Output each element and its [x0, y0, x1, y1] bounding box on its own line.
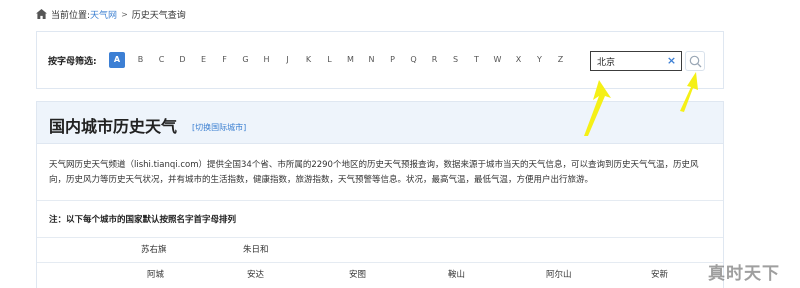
page-title: 国内城市历史天气: [49, 117, 178, 136]
breadcrumb-link-site[interactable]: 天气网: [90, 8, 117, 21]
table-row: 阿城 安达 安图 鞍山 阿尔山 安新: [37, 263, 723, 288]
search-button[interactable]: [685, 51, 705, 71]
letter-list: ABCDEFGHJKLMNPQRSTWXYZ: [109, 52, 571, 68]
breadcrumb-prefix: 当前位置:: [51, 10, 91, 21]
city-search-input[interactable]: [597, 54, 663, 68]
letter-filter-p[interactable]: P: [382, 52, 403, 68]
city-link[interactable]: 苏右旗: [141, 238, 167, 262]
breadcrumb: 当前位置: 天气网 > 历史天气查询: [36, 6, 186, 22]
letter-filter-s[interactable]: S: [445, 52, 466, 68]
letter-filter-e[interactable]: E: [193, 52, 214, 68]
letter-filter-a[interactable]: A: [109, 52, 125, 68]
letter-filter-f[interactable]: F: [214, 52, 235, 68]
city-link[interactable]: 阿尔山: [546, 263, 572, 287]
city-link[interactable]: 安新: [651, 263, 668, 287]
letter-filter-c[interactable]: C: [151, 52, 172, 68]
divider: [37, 200, 723, 201]
letter-filter-y[interactable]: Y: [529, 52, 550, 68]
city-link[interactable]: 安图: [349, 263, 366, 287]
letter-filter-w[interactable]: W: [487, 52, 508, 68]
table-row: 苏右旗 朱日和: [37, 238, 723, 262]
city-link[interactable]: 鞍山: [448, 263, 465, 287]
city-table: 苏右旗 朱日和 阿城 安达 安图 鞍山 阿尔山 安新: [37, 238, 723, 288]
letter-filter-l[interactable]: L: [319, 52, 340, 68]
letter-filter-n[interactable]: N: [361, 52, 382, 68]
city-link[interactable]: 朱日和: [243, 238, 269, 262]
switch-international-link[interactable]: [切换国际城市]: [192, 122, 246, 133]
letter-filter-x[interactable]: X: [508, 52, 529, 68]
letter-filter-g[interactable]: G: [235, 52, 256, 68]
search-icon: [689, 55, 702, 68]
letter-filter-m[interactable]: M: [340, 52, 361, 68]
city-link[interactable]: 阿城: [147, 263, 164, 287]
breadcrumb-current: 历史天气查询: [131, 10, 186, 21]
watermark: 真时天下: [708, 264, 780, 284]
letter-filter-r[interactable]: R: [424, 52, 445, 68]
letter-filter-b[interactable]: B: [130, 52, 151, 68]
city-search-field[interactable]: ×: [590, 51, 682, 71]
sorting-note: 注：以下每个城市的国家默认按照名字首字母排列: [49, 215, 237, 225]
breadcrumb-separator: >: [121, 9, 128, 19]
letter-filter-h[interactable]: H: [256, 52, 277, 68]
letter-filter-d[interactable]: D: [172, 52, 193, 68]
letter-filter-panel: 按字母筛选: ABCDEFGHJKLMNPQRSTWXYZ ×: [36, 31, 724, 89]
home-icon: [36, 9, 47, 19]
letter-filter-t[interactable]: T: [466, 52, 487, 68]
city-link[interactable]: 安达: [247, 263, 264, 287]
letter-filter-k[interactable]: K: [298, 52, 319, 68]
filter-label: 按字母筛选:: [48, 57, 97, 67]
letter-filter-z[interactable]: Z: [550, 52, 571, 68]
letter-filter-q[interactable]: Q: [403, 52, 424, 68]
domestic-cities-panel: 国内城市历史天气 [切换国际城市] 天气网历史天气频道（lishi.tianqi…: [36, 101, 724, 288]
site-description: 天气网历史天气频道（lishi.tianqi.com）提供全国34个省、市所属的…: [49, 160, 699, 185]
close-icon[interactable]: ×: [666, 55, 677, 67]
panel-header: 国内城市历史天气 [切换国际城市]: [37, 102, 723, 144]
letter-filter-j[interactable]: J: [277, 52, 298, 68]
